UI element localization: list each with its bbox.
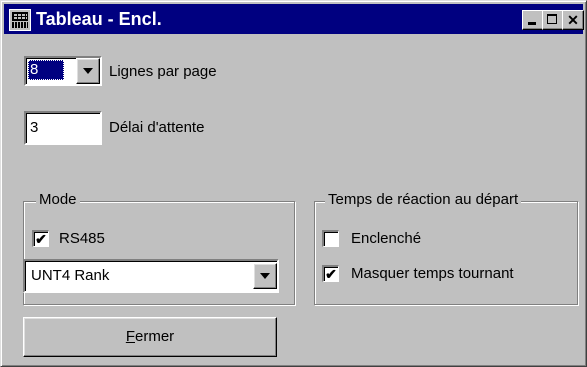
table-app-icon[interactable] bbox=[9, 9, 31, 31]
lines-per-page-label: Lignes par page bbox=[109, 63, 217, 80]
mode-group-title: Mode bbox=[36, 191, 80, 209]
reaction-time-group-title: Temps de réaction au départ bbox=[325, 191, 522, 209]
lines-per-page-select[interactable]: 8 bbox=[24, 56, 102, 86]
close-window-button[interactable]: ✕ bbox=[562, 10, 584, 30]
rs485-checkbox[interactable]: ✔ bbox=[32, 230, 49, 247]
enabled-label: Enclenché bbox=[351, 230, 422, 247]
lines-per-page-dropdown-button[interactable] bbox=[76, 58, 100, 84]
protocol-dropdown-button[interactable] bbox=[253, 263, 277, 289]
close-icon: ✕ bbox=[567, 12, 579, 28]
checkmark-icon: ✔ bbox=[35, 231, 47, 247]
close-button[interactable]: Fermer bbox=[23, 317, 277, 357]
hide-rolling-time-checkbox[interactable]: ✔ bbox=[322, 265, 339, 282]
dialog-window: Tableau - Encl. ✕ 8 Lignes par page 3 Dé… bbox=[0, 0, 587, 367]
protocol-selected-value: UNT4 Rank bbox=[31, 267, 110, 284]
checkmark-icon: ✔ bbox=[325, 266, 337, 282]
minimize-icon bbox=[528, 22, 536, 25]
protocol-select[interactable]: UNT4 Rank bbox=[23, 259, 279, 293]
timeout-label: Délai d'attente bbox=[109, 119, 205, 136]
chevron-down-icon bbox=[260, 273, 270, 279]
window-title: Tableau - Encl. bbox=[36, 9, 162, 29]
maximize-icon bbox=[547, 14, 557, 24]
hide-rolling-time-label: Masquer temps tournant bbox=[351, 265, 514, 282]
title-bar[interactable]: Tableau - Encl. ✕ bbox=[4, 4, 584, 34]
minimize-button[interactable] bbox=[522, 10, 544, 30]
timeout-input[interactable]: 3 bbox=[24, 111, 102, 145]
rs485-label: RS485 bbox=[59, 230, 105, 247]
timeout-value: 3 bbox=[30, 119, 39, 136]
maximize-button[interactable] bbox=[542, 10, 564, 30]
chevron-down-icon bbox=[83, 68, 93, 74]
close-button-label: Fermer bbox=[125, 328, 175, 345]
enabled-checkbox[interactable] bbox=[322, 230, 339, 247]
lines-per-page-value: 8 bbox=[28, 60, 64, 80]
reaction-time-group bbox=[314, 201, 578, 305]
